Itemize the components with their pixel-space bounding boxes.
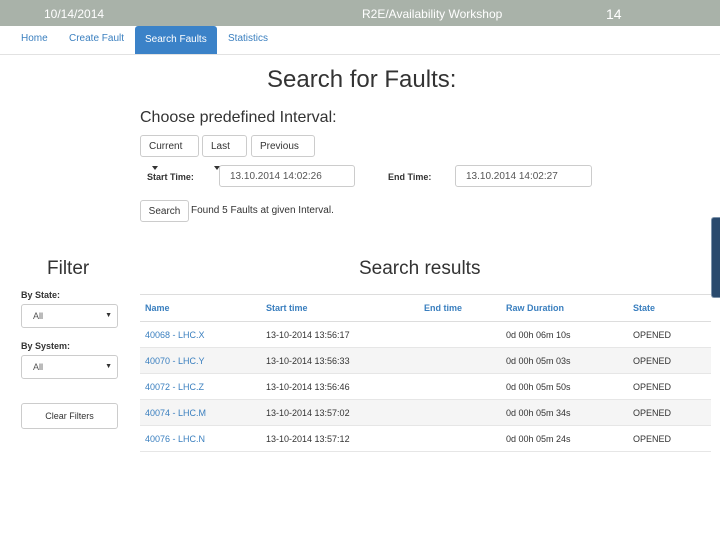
interval-heading: Choose predefined Interval: (140, 109, 337, 126)
cell-end-time (419, 321, 501, 348)
cell-raw-duration: 0d 00h 05m 24s (501, 425, 628, 452)
cell-raw-duration: 0d 00h 06m 10s (501, 321, 628, 348)
slide-page-number: 14 (606, 6, 622, 22)
end-time-input[interactable]: 13.10.2014 14:02:27 (455, 165, 592, 187)
cell-state: OPENED (628, 373, 711, 400)
side-panel-tab (711, 217, 720, 298)
cell-state: OPENED (628, 425, 711, 452)
fault-name-link[interactable]: 40076 - LHC.N (140, 425, 261, 452)
slide-header-bar: 10/14/2014 R2E/Availability Workshop 14 (0, 0, 720, 26)
cell-start-time: 13-10-2014 13:56:46 (261, 373, 419, 400)
previous-label: Previous (260, 141, 299, 152)
cell-raw-duration: 0d 00h 05m 50s (501, 373, 628, 400)
caret-down-icon (152, 166, 158, 171)
cell-raw-duration: 0d 00h 05m 34s (501, 399, 628, 426)
table-row: 40068 - LHC.X 13-10-2014 13:56:17 0d 00h… (140, 321, 711, 348)
cell-start-time: 13-10-2014 13:57:02 (261, 399, 419, 426)
by-system-label: By System: (21, 341, 71, 351)
cell-start-time: 13-10-2014 13:56:33 (261, 347, 419, 374)
clear-filters-button[interactable]: Clear Filters (21, 403, 118, 429)
state-filter-select[interactable]: All ▼ (21, 304, 118, 328)
cell-end-time (419, 347, 501, 374)
col-header-start-time[interactable]: Start time (261, 294, 419, 322)
system-filter-value: All (33, 362, 44, 372)
results-heading: Search results (359, 258, 481, 279)
fault-name-link[interactable]: 40074 - LHC.M (140, 399, 261, 426)
col-header-name[interactable]: Name (140, 294, 261, 322)
current-dropdown-button[interactable]: Current (140, 135, 199, 171)
slide-title: R2E/Availability Workshop (362, 7, 503, 21)
by-state-label: By State: (21, 290, 61, 300)
table-row: 40070 - LHC.Y 13-10-2014 13:56:33 0d 00h… (140, 347, 711, 374)
cell-end-time (419, 399, 501, 426)
start-time-label: Start Time: (147, 172, 194, 182)
nav-search-faults[interactable]: Search Faults (135, 26, 217, 54)
last-label: Last (211, 141, 230, 152)
cell-start-time: 13-10-2014 13:57:12 (261, 425, 419, 452)
table-row: 40072 - LHC.Z 13-10-2014 13:56:46 0d 00h… (140, 373, 711, 400)
nav-statistics[interactable]: Statistics (228, 33, 268, 44)
nav-create-fault[interactable]: Create Fault (69, 33, 124, 44)
cell-raw-duration: 0d 00h 05m 03s (501, 347, 628, 374)
cell-end-time (419, 373, 501, 400)
cell-state: OPENED (628, 347, 711, 374)
page-title: Search for Faults: (267, 66, 457, 93)
cell-state: OPENED (628, 399, 711, 426)
table-row: 40074 - LHC.M 13-10-2014 13:57:02 0d 00h… (140, 399, 711, 426)
table-header-row: Name Start time End time Raw Duration St… (140, 294, 711, 322)
search-button[interactable]: Search (140, 200, 189, 222)
slide-date: 10/14/2014 (44, 7, 105, 21)
fault-name-link[interactable]: 40068 - LHC.X (140, 321, 261, 348)
last-dropdown-button[interactable]: Last (202, 135, 247, 171)
cell-end-time (419, 425, 501, 452)
cell-start-time: 13-10-2014 13:56:17 (261, 321, 419, 348)
select-arrow-icon: ▼ (105, 363, 112, 370)
nav-bar: Home Create Fault Search Faults Statisti… (0, 26, 720, 55)
col-header-end-time[interactable]: End time (419, 294, 501, 322)
state-filter-value: All (33, 311, 44, 321)
system-filter-select[interactable]: All ▼ (21, 355, 118, 379)
results-table: Name Start time End time Raw Duration St… (140, 294, 711, 452)
col-header-raw-duration[interactable]: Raw Duration (501, 294, 628, 322)
end-time-label: End Time: (388, 172, 432, 182)
fault-name-link[interactable]: 40072 - LHC.Z (140, 373, 261, 400)
start-time-input[interactable]: 13.10.2014 14:02:26 (219, 165, 355, 187)
fault-name-link[interactable]: 40070 - LHC.Y (140, 347, 261, 374)
previous-dropdown-button[interactable]: Previous (251, 135, 315, 171)
cell-state: OPENED (628, 321, 711, 348)
result-message: Found 5 Faults at given Interval. (191, 205, 334, 216)
filter-heading: Filter (47, 258, 90, 279)
select-arrow-icon: ▼ (105, 312, 112, 319)
current-label: Current (149, 141, 183, 152)
col-header-state[interactable]: State (628, 294, 711, 322)
table-row: 40076 - LHC.N 13-10-2014 13:57:12 0d 00h… (140, 425, 711, 452)
nav-home[interactable]: Home (21, 33, 48, 44)
